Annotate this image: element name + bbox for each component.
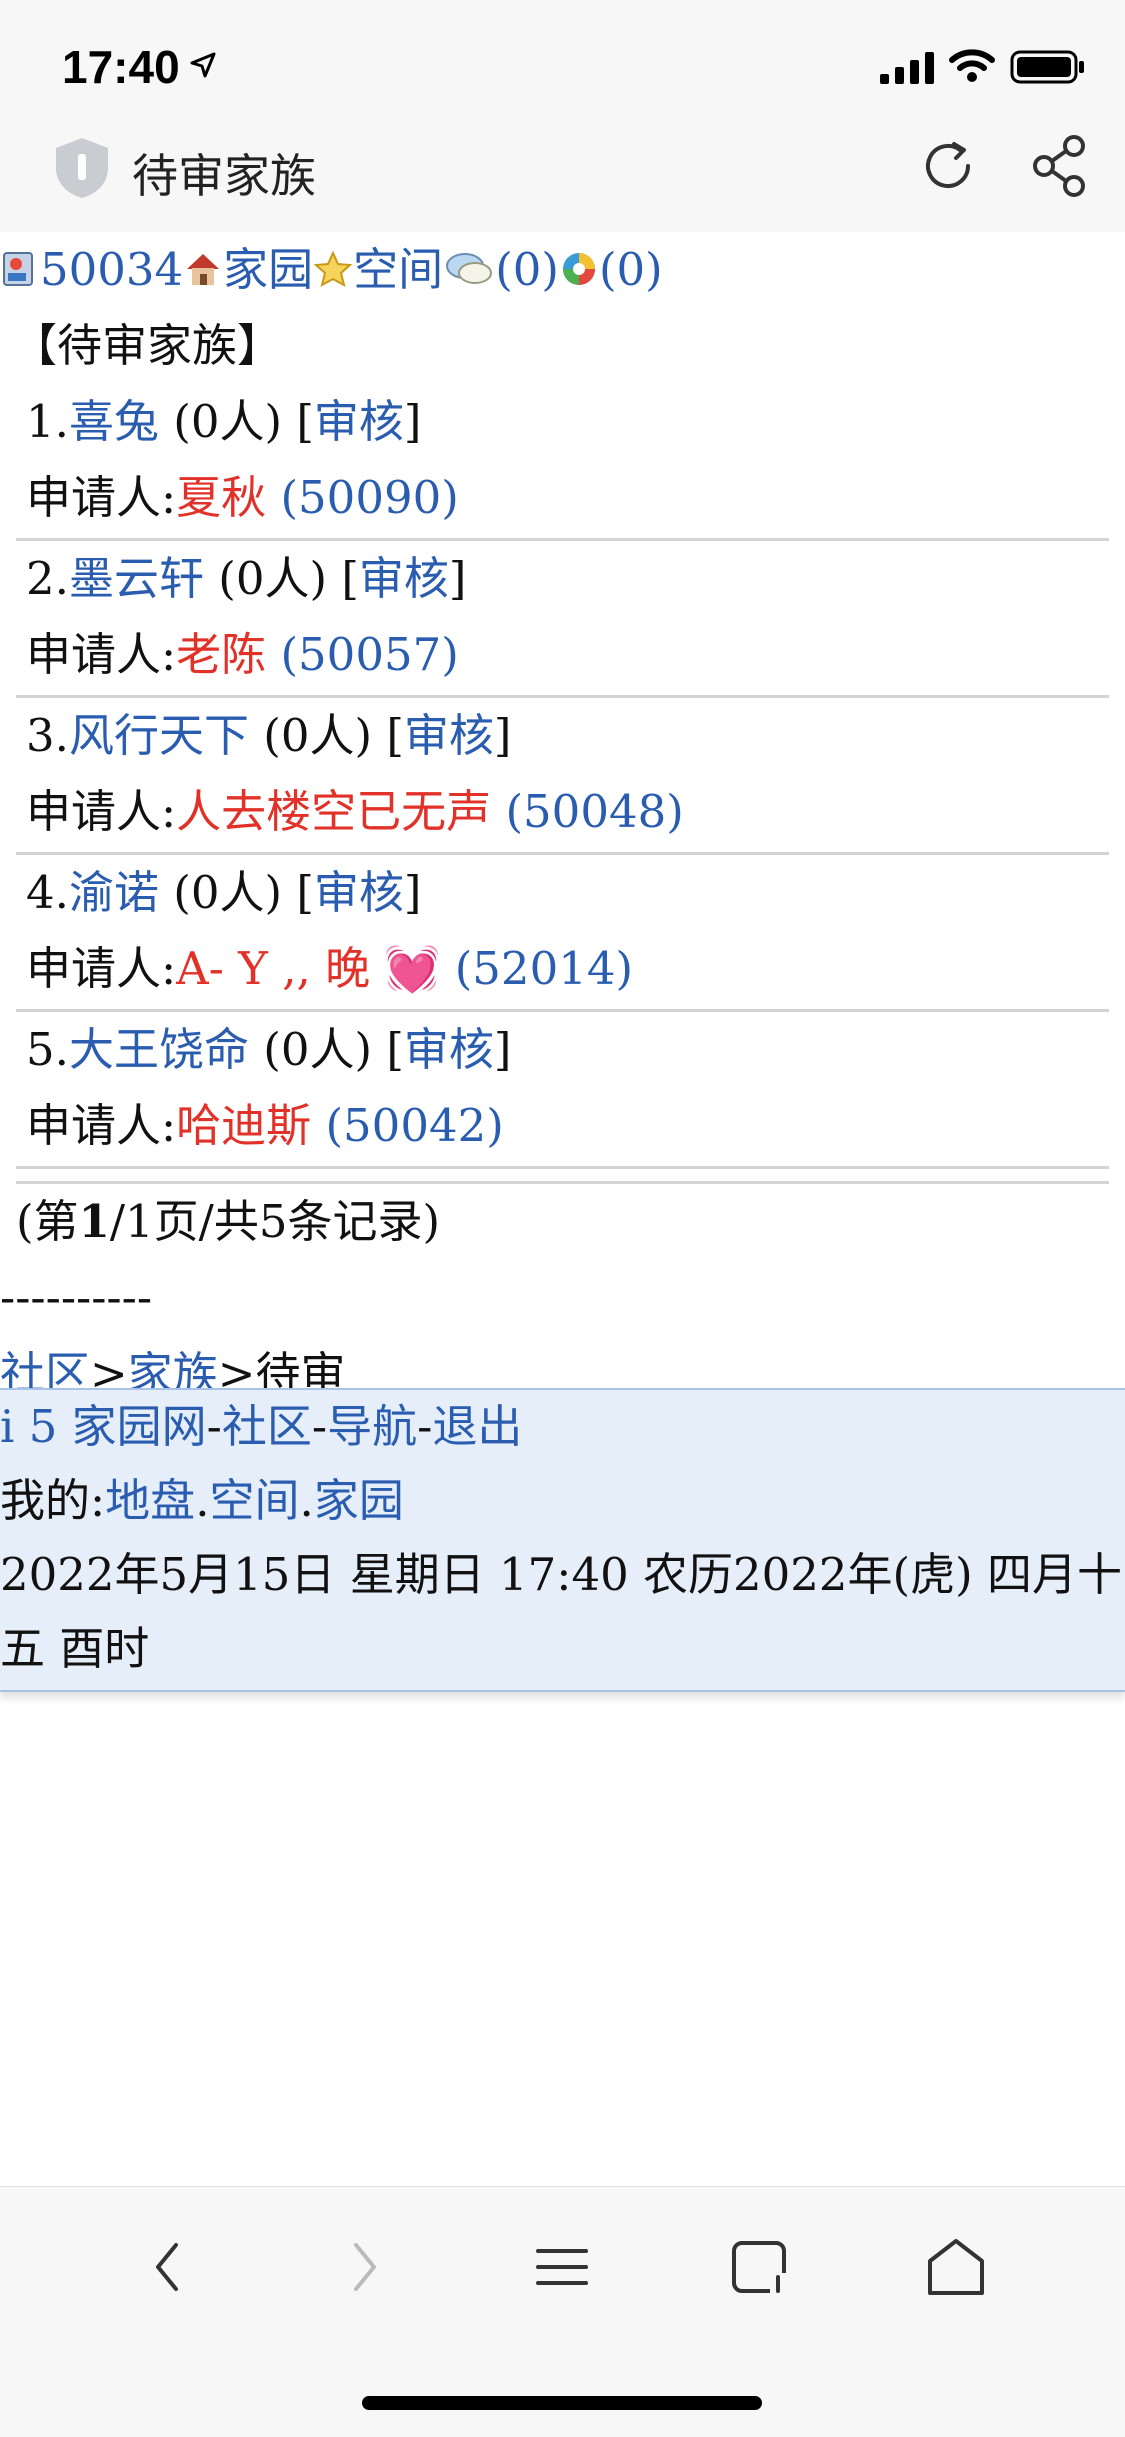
user-topline: 50034 家园 空间 (0) (0) — [0, 232, 1125, 308]
site-footer: i 5 家园网-社区-导航-退出 我的:地盘.空间.家园 2022年5月15日 … — [0, 1388, 1125, 1692]
site-home-link[interactable]: i 5 家园网 — [0, 1400, 207, 1453]
home-link[interactable]: 家园 — [223, 243, 313, 296]
family-name-link[interactable]: 渝诺 — [69, 866, 159, 919]
my-space-link[interactable]: 空间 — [210, 1474, 300, 1527]
menu-icon[interactable] — [536, 2237, 588, 2297]
applicant-id: (50048) — [505, 785, 684, 838]
logout-link[interactable]: 退出 — [432, 1400, 522, 1453]
browser-title-bar: 待审家族 — [0, 110, 1125, 232]
status-time: 17:40 — [62, 41, 180, 93]
applicant-name-link[interactable]: A- Y ,, 晚 💓 — [176, 942, 440, 995]
home-indicator[interactable] — [362, 2396, 762, 2410]
space-link[interactable]: 空间 — [353, 243, 443, 296]
family-name-link[interactable]: 喜兔 — [69, 395, 159, 448]
review-link[interactable]: 审核 — [404, 1023, 494, 1076]
section-title: 【待审家族】 — [12, 319, 283, 372]
location-arrow-icon — [190, 52, 216, 78]
shield-icon — [56, 138, 108, 198]
applicant-id: (50042) — [325, 1099, 504, 1152]
photo-pinwheel-icon — [562, 253, 595, 285]
share-icon[interactable] — [1030, 134, 1090, 198]
user-profile-icon — [3, 252, 33, 286]
status-bar: 17:40 — [0, 0, 1125, 110]
list-item: 5.大王饶命 (0人) [审核] 申请人:哈迪斯 (50042) — [16, 1012, 1109, 1169]
applicant-name-link[interactable]: 哈迪斯 — [176, 1099, 311, 1152]
review-link[interactable]: 审核 — [359, 552, 449, 605]
review-link[interactable]: 审核 — [404, 709, 494, 762]
messages-count-link[interactable]: (0) — [495, 243, 559, 296]
applicant-id: (52014) — [454, 942, 634, 995]
page-title: 待审家族 — [132, 149, 316, 203]
battery-icon — [1010, 50, 1084, 84]
applicant-name-link[interactable]: 人去楼空已无声 — [176, 785, 491, 838]
list-item: 2.墨云轩 (0人) [审核] 申请人:老陈 (50057) — [16, 541, 1109, 698]
list-item: 1.喜兔 (0人) [审核] 申请人:夏秋 (50090) — [16, 384, 1109, 541]
applicant-id: (50057) — [280, 628, 459, 681]
footer-nav-link[interactable]: 导航 — [327, 1400, 417, 1453]
family-name-link[interactable]: 大王饶命 — [69, 1023, 249, 1076]
applicant-name-link[interactable]: 夏秋 — [176, 471, 266, 524]
review-link[interactable]: 审核 — [314, 395, 404, 448]
home-icon[interactable] — [926, 2237, 986, 2297]
chat-bubble-icon — [446, 253, 493, 284]
forward-icon[interactable] — [344, 2237, 384, 2297]
house-icon — [187, 254, 220, 285]
list-item: 4.渝诺 (0人) [审核] 申请人:A- Y ,, 晚 💓 (52014) — [16, 855, 1109, 1012]
cellular-signal-icon — [880, 52, 934, 84]
family-name-link[interactable]: 风行天下 — [69, 709, 249, 762]
current-page: 1 — [78, 1195, 110, 1248]
page-content: 50034 家园 空间 (0) (0) 【待审家族】 1.喜兔 (0人) [审核… — [0, 232, 1125, 1412]
photos-count-link[interactable]: (0) — [599, 243, 663, 296]
refresh-icon[interactable] — [918, 136, 978, 196]
applicant-id: (50090) — [280, 471, 459, 524]
divider-dashes: ---------- — [0, 1271, 153, 1324]
list-item: 3.风行天下 (0人) [审核] 申请人:人去楼空已无声 (50048) — [16, 698, 1109, 855]
pagination-info: (第1/1页/共5条记录) — [16, 1181, 1109, 1260]
user-id-link[interactable]: 50034 — [40, 243, 183, 296]
star-icon — [313, 250, 353, 287]
my-home-link[interactable]: 家园 — [314, 1474, 404, 1527]
back-icon[interactable] — [148, 2237, 188, 2297]
applicant-name-link[interactable]: 老陈 — [176, 628, 266, 681]
tabs-icon[interactable] — [730, 2237, 790, 2297]
turf-link[interactable]: 地盘 — [105, 1474, 195, 1527]
wifi-icon — [949, 49, 995, 82]
mine-label: 我的: — [0, 1474, 106, 1527]
datetime-text: 2022年5月15日 星期日 17:40 农历2022年(虎) 四月十五 酉时 — [0, 1548, 1122, 1675]
footer-community-link[interactable]: 社区 — [222, 1400, 312, 1453]
review-link[interactable]: 审核 — [314, 866, 404, 919]
family-name-link[interactable]: 墨云轩 — [69, 552, 204, 605]
